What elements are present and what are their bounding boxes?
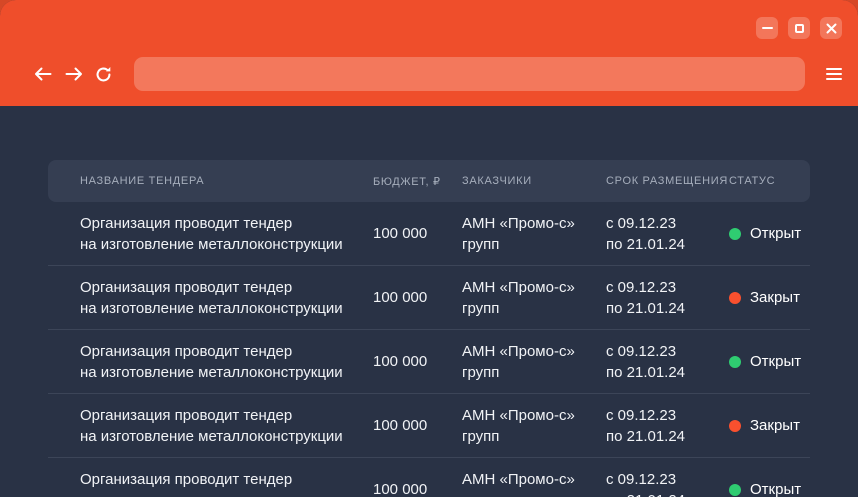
tender-customer: АМН «Промо-с» групп [462, 469, 606, 497]
minimize-button[interactable] [756, 17, 778, 39]
tender-period: с 09.12.23 по 21.01.24 [606, 341, 729, 383]
status-dot-icon [729, 228, 741, 240]
tender-customer: АМН «Промо-с» групп [462, 213, 606, 255]
tender-period-line: по 21.01.24 [606, 234, 729, 255]
tender-period-line: с 09.12.23 [606, 405, 729, 426]
tender-customer-line: групп [462, 426, 606, 447]
forward-arrow-icon [65, 67, 83, 81]
tender-budget: 100 000 [373, 353, 462, 370]
tender-title-line: на изготовление металлоконструкции [80, 234, 373, 255]
column-header-budget: БЮДЖЕТ, ₽ [373, 175, 462, 188]
tender-title-line: на изготовление металлоконструкции [80, 490, 373, 497]
close-button[interactable] [820, 17, 842, 39]
tender-customer-line: групп [462, 362, 606, 383]
tender-customer-line: групп [462, 234, 606, 255]
status-dot-icon [729, 292, 741, 304]
column-header-customers: ЗАКАЗЧИКИ [462, 175, 606, 187]
forward-button[interactable] [64, 64, 84, 84]
tender-title-line: Организация проводит тендер [80, 277, 373, 298]
tender-status: Открыт [729, 481, 810, 497]
tender-period-line: с 09.12.23 [606, 277, 729, 298]
status-dot-icon [729, 484, 741, 496]
tender-customer-line: АМН «Промо-с» [462, 469, 606, 490]
page-content: НАЗВАНИЕ ТЕНДЕРА БЮДЖЕТ, ₽ ЗАКАЗЧИКИ СРО… [0, 106, 858, 497]
tender-period-line: с 09.12.23 [606, 213, 729, 234]
menu-button[interactable] [826, 68, 842, 81]
tender-period: с 09.12.23 по 21.01.24 [606, 277, 729, 319]
table-header: НАЗВАНИЕ ТЕНДЕРА БЮДЖЕТ, ₽ ЗАКАЗЧИКИ СРО… [48, 160, 810, 202]
tender-title: Организация проводит тендер на изготовле… [48, 405, 373, 447]
tender-title-line: на изготовление металлоконструкции [80, 362, 373, 383]
tender-customer-line: групп [462, 490, 606, 497]
tender-title: Организация проводит тендер на изготовле… [48, 213, 373, 255]
tender-period: с 09.12.23 по 21.01.24 [606, 469, 729, 497]
tender-title: Организация проводит тендер на изготовле… [48, 469, 373, 497]
tender-period-line: с 09.12.23 [606, 469, 729, 490]
tender-period-line: по 21.01.24 [606, 362, 729, 383]
table-row[interactable]: Организация проводит тендер на изготовле… [48, 394, 810, 458]
browser-window: НАЗВАНИЕ ТЕНДЕРА БЮДЖЕТ, ₽ ЗАКАЗЧИКИ СРО… [0, 0, 858, 497]
address-bar-input[interactable] [134, 57, 805, 91]
tender-status: Закрыт [729, 417, 810, 434]
tender-period: с 09.12.23 по 21.01.24 [606, 213, 729, 255]
status-label: Открыт [750, 353, 801, 370]
tender-status: Открыт [729, 225, 810, 242]
column-header-status: СТАТУС [729, 175, 810, 187]
tender-customer-line: АМН «Промо-с» [462, 277, 606, 298]
tenders-table: НАЗВАНИЕ ТЕНДЕРА БЮДЖЕТ, ₽ ЗАКАЗЧИКИ СРО… [48, 160, 810, 497]
status-label: Открыт [750, 481, 801, 497]
table-row[interactable]: Организация проводит тендер на изготовле… [48, 266, 810, 330]
table-row[interactable]: Организация проводит тендер на изготовле… [48, 330, 810, 394]
tender-period-line: с 09.12.23 [606, 341, 729, 362]
tender-title-line: Организация проводит тендер [80, 213, 373, 234]
tender-status: Открыт [729, 353, 810, 370]
tender-title: Организация проводит тендер на изготовле… [48, 277, 373, 319]
window-titlebar [0, 0, 858, 106]
tender-customer-line: АМН «Промо-с» [462, 341, 606, 362]
hamburger-icon [826, 68, 842, 71]
tender-period-line: по 21.01.24 [606, 426, 729, 447]
tender-customer-line: АМН «Промо-с» [462, 213, 606, 234]
tender-status: Закрыт [729, 289, 810, 306]
table-row[interactable]: Организация проводит тендер на изготовле… [48, 202, 810, 266]
tender-customer: АМН «Промо-с» групп [462, 405, 606, 447]
maximize-button[interactable] [788, 17, 810, 39]
tender-budget: 100 000 [373, 289, 462, 306]
maximize-icon [795, 24, 804, 33]
tender-title-line: на изготовление металлоконструкции [80, 426, 373, 447]
tender-budget: 100 000 [373, 481, 462, 497]
close-icon [826, 23, 837, 34]
tender-customer: АМН «Промо-с» групп [462, 341, 606, 383]
browser-toolbar [0, 57, 858, 91]
tender-customer-line: групп [462, 298, 606, 319]
back-arrow-icon [34, 67, 52, 81]
reload-icon [94, 65, 113, 84]
back-button[interactable] [33, 64, 53, 84]
tender-period: с 09.12.23 по 21.01.24 [606, 405, 729, 447]
column-header-period: СРОК РАЗМЕЩЕНИЯ [606, 175, 729, 187]
window-controls [756, 17, 842, 39]
tender-customer-line: АМН «Промо-с» [462, 405, 606, 426]
column-header-tender-name: НАЗВАНИЕ ТЕНДЕРА [48, 175, 373, 187]
status-label: Закрыт [750, 417, 800, 434]
status-dot-icon [729, 356, 741, 368]
screen: НАЗВАНИЕ ТЕНДЕРА БЮДЖЕТ, ₽ ЗАКАЗЧИКИ СРО… [0, 0, 858, 497]
tender-budget: 100 000 [373, 417, 462, 434]
status-label: Открыт [750, 225, 801, 242]
tender-customer: АМН «Промо-с» групп [462, 277, 606, 319]
reload-button[interactable] [93, 64, 113, 84]
tender-period-line: по 21.01.24 [606, 490, 729, 497]
status-dot-icon [729, 420, 741, 432]
status-label: Закрыт [750, 289, 800, 306]
tender-title-line: Организация проводит тендер [80, 405, 373, 426]
tender-period-line: по 21.01.24 [606, 298, 729, 319]
tender-title-line: Организация проводит тендер [80, 341, 373, 362]
tender-budget: 100 000 [373, 225, 462, 242]
tender-title-line: на изготовление металлоконструкции [80, 298, 373, 319]
table-row[interactable]: Организация проводит тендер на изготовле… [48, 458, 810, 497]
minimize-icon [762, 27, 773, 30]
tender-title-line: Организация проводит тендер [80, 469, 373, 490]
tender-title: Организация проводит тендер на изготовле… [48, 341, 373, 383]
